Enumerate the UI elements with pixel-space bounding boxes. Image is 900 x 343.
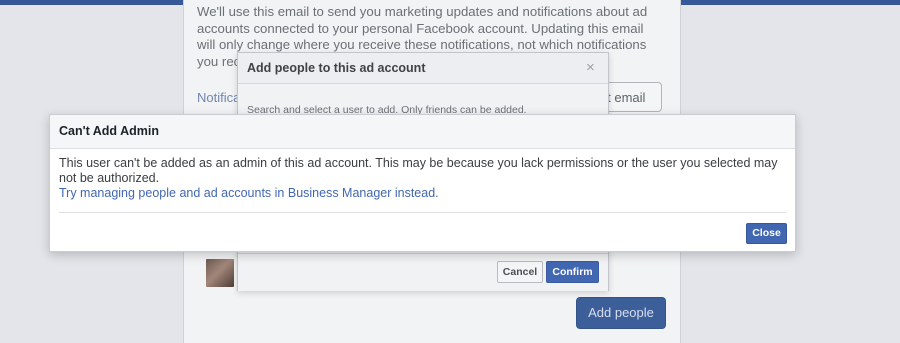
- confirm-button[interactable]: Confirm: [546, 261, 599, 283]
- close-button[interactable]: Close: [746, 223, 787, 244]
- add-people-dialog-header: Add people to this ad account ×: [238, 53, 608, 84]
- cancel-button[interactable]: Cancel: [497, 261, 543, 283]
- avatar: [206, 259, 234, 287]
- notifications-link[interactable]: Notifica: [197, 90, 240, 105]
- business-manager-link[interactable]: Try managing people and ad accounts in B…: [59, 186, 779, 201]
- add-people-dialog-title: Add people to this ad account: [247, 61, 426, 75]
- cant-add-admin-modal: Can't Add Admin This user can't be added…: [49, 114, 796, 252]
- add-people-dialog-footer: Cancel Confirm: [238, 253, 608, 291]
- modal-divider: [59, 212, 786, 213]
- close-icon[interactable]: ×: [586, 59, 595, 76]
- modal-message: This user can't be added as an admin of …: [59, 156, 778, 185]
- modal-title: Can't Add Admin: [59, 124, 159, 138]
- add-people-button[interactable]: Add people: [576, 297, 666, 329]
- modal-header: Can't Add Admin: [50, 115, 795, 149]
- modal-body: This user can't be added as an admin of …: [59, 156, 779, 201]
